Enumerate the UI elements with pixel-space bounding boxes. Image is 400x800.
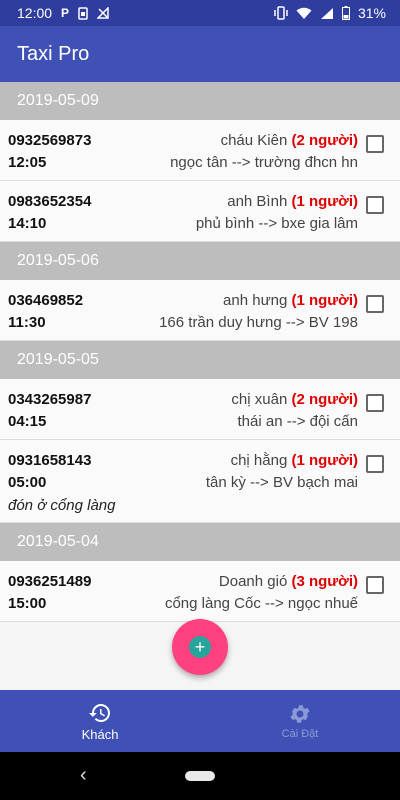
date-header: 2019-05-05 bbox=[0, 341, 400, 379]
customer-name: chị xuân bbox=[231, 391, 288, 408]
nav-label: Khách bbox=[81, 726, 119, 742]
route: cổng làng Cốc --> ngọc nhuế bbox=[164, 595, 358, 612]
sim-icon bbox=[78, 6, 88, 20]
list-item[interactable]: 0936251489 15:00 Doanh gió (3 người) cổn… bbox=[0, 561, 400, 622]
route: ngọc tân --> trường đhcn hn bbox=[170, 154, 358, 171]
phone-number: 0932569873 bbox=[8, 132, 92, 149]
ride-list[interactable]: 2019-05-09 0932569873 12:05 cháu Kiên (2… bbox=[0, 82, 400, 690]
p-icon: P bbox=[61, 6, 70, 20]
ride-note: đón ở cổng làng bbox=[8, 497, 116, 514]
done-checkbox[interactable] bbox=[366, 455, 384, 473]
route: phủ bình --> bxe gia lâm bbox=[195, 215, 358, 232]
back-icon[interactable]: ‹ bbox=[80, 764, 87, 787]
list-item[interactable]: 0343265987 04:15 chị xuân (2 người) thái… bbox=[0, 379, 400, 440]
route: 166 trần duy hưng --> BV 198 bbox=[159, 314, 358, 331]
wifi-icon bbox=[296, 7, 312, 19]
date-header: 2019-05-04 bbox=[0, 523, 400, 561]
customer-line: cháu Kiên (2 người) bbox=[221, 132, 358, 149]
nav-cai-dat[interactable]: Cài Đặt bbox=[200, 690, 400, 752]
pickup-time: 04:15 bbox=[8, 413, 47, 430]
customer-line: chị hằng (1 người) bbox=[231, 452, 358, 469]
date-header: 2019-05-06 bbox=[0, 242, 400, 280]
done-checkbox[interactable] bbox=[366, 196, 384, 214]
signal-slash-icon bbox=[97, 7, 109, 19]
list-item[interactable]: 0983652354 14:10 anh Bình (1 người) phủ … bbox=[0, 181, 400, 242]
app-title: Taxi Pro bbox=[17, 42, 90, 65]
customer-name: chị hằng bbox=[230, 452, 288, 469]
passenger-count: (1 người) bbox=[291, 193, 358, 210]
customer-name: Doanh gió bbox=[218, 573, 288, 590]
passenger-count: (3 người) bbox=[291, 573, 358, 590]
pickup-time: 14:10 bbox=[8, 215, 47, 232]
phone-number: 0931658143 bbox=[8, 452, 92, 469]
cell-signal-icon bbox=[320, 7, 333, 19]
customer-line: anh hưng (1 người) bbox=[223, 292, 358, 309]
nav-label: Cài Đặt bbox=[281, 728, 319, 740]
passenger-count: (2 người) bbox=[291, 391, 358, 408]
bottom-nav: Khách Cài Đặt bbox=[0, 690, 400, 752]
route: tân kỳ --> BV bạch mai bbox=[205, 474, 358, 491]
pickup-time: 05:00 bbox=[8, 474, 47, 491]
customer-name: anh hưng bbox=[223, 292, 288, 309]
phone-number: 0936251489 bbox=[8, 573, 92, 590]
status-bar: 12:00 P 31% bbox=[0, 0, 400, 26]
list-item[interactable]: 036469852 11:30 anh hưng (1 người) 166 t… bbox=[0, 280, 400, 341]
gear-icon bbox=[290, 705, 310, 723]
nav-khach[interactable]: Khách bbox=[0, 690, 200, 752]
customer-line: Doanh gió (3 người) bbox=[219, 573, 358, 590]
done-checkbox[interactable] bbox=[366, 576, 384, 594]
customer-name: anh Bình bbox=[227, 193, 288, 210]
passenger-count: (1 người) bbox=[291, 452, 358, 469]
phone-number: 0343265987 bbox=[8, 391, 92, 408]
pickup-time: 11:30 bbox=[8, 314, 46, 331]
battery-percent: 31% bbox=[357, 5, 386, 21]
history-icon bbox=[89, 703, 110, 722]
pickup-time: 15:00 bbox=[8, 595, 47, 612]
passenger-count: (2 người) bbox=[291, 132, 358, 149]
customer-name: cháu Kiên bbox=[220, 132, 288, 149]
battery-icon bbox=[341, 6, 350, 20]
phone-number: 0983652354 bbox=[8, 193, 92, 210]
system-nav-bar: ‹ bbox=[0, 752, 400, 800]
customer-line: chị xuân (2 người) bbox=[231, 391, 358, 408]
passenger-count: (1 người) bbox=[291, 292, 358, 309]
home-pill[interactable] bbox=[185, 771, 215, 781]
status-time: 12:00 bbox=[17, 5, 53, 21]
customer-line: anh Bình (1 người) bbox=[227, 193, 358, 210]
phone-number: 036469852 bbox=[8, 292, 84, 309]
route: thái an --> đội cấn bbox=[237, 413, 359, 430]
vibrate-icon bbox=[274, 6, 288, 20]
add-ride-button[interactable]: + bbox=[172, 619, 228, 675]
list-item[interactable]: 0932569873 12:05 cháu Kiên (2 người) ngọ… bbox=[0, 120, 400, 181]
pickup-time: 12:05 bbox=[8, 154, 47, 171]
list-item[interactable]: 0931658143 05:00 chị hằng (1 người) tân … bbox=[0, 440, 400, 523]
app-bar: Taxi Pro bbox=[0, 26, 400, 82]
done-checkbox[interactable] bbox=[366, 394, 384, 412]
date-header: 2019-05-09 bbox=[0, 82, 400, 120]
done-checkbox[interactable] bbox=[366, 135, 384, 153]
plus-icon: + bbox=[189, 636, 211, 658]
done-checkbox[interactable] bbox=[366, 295, 384, 313]
